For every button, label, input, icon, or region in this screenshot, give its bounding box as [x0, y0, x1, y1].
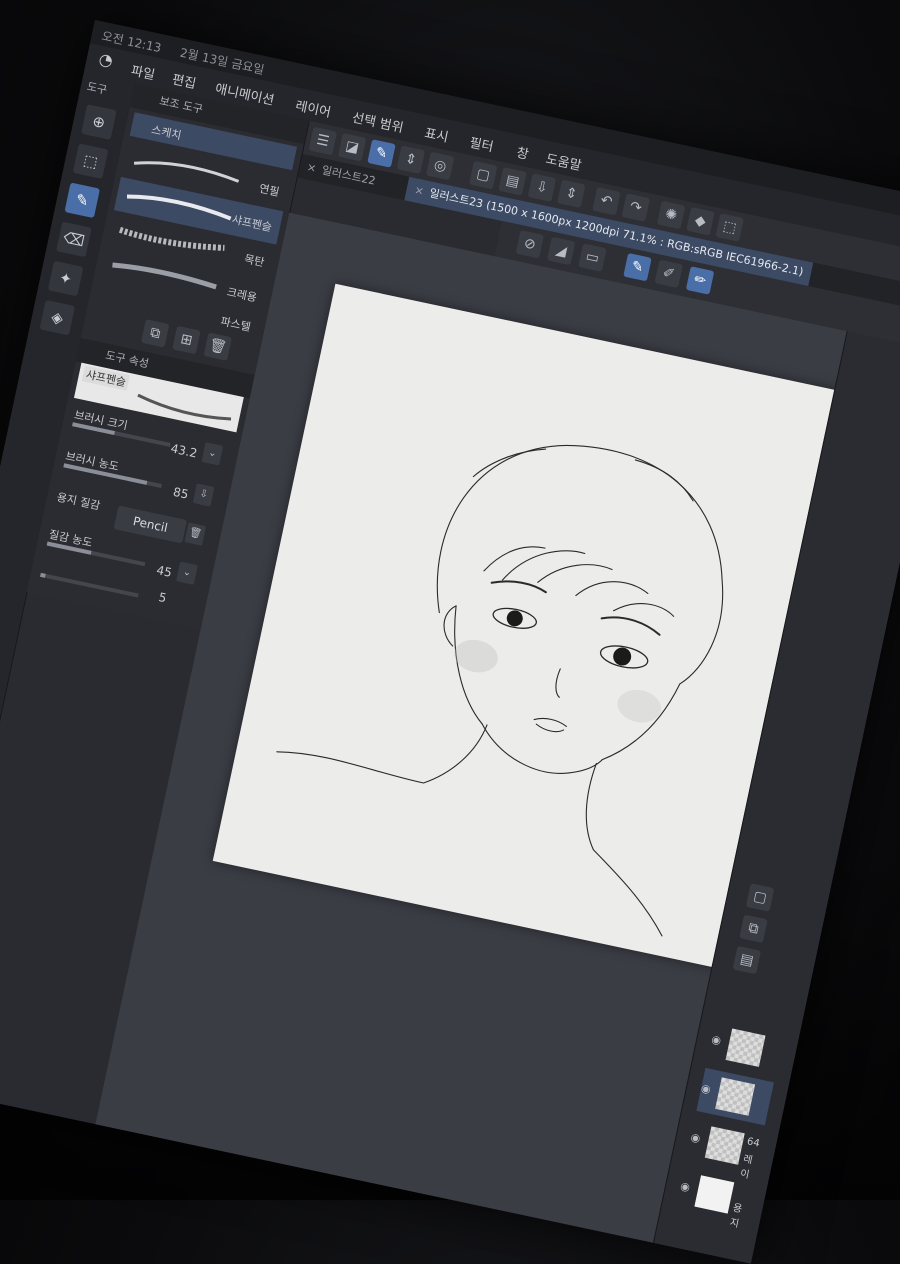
save-icon[interactable]: ⇩ [527, 173, 557, 202]
settings-icon[interactable]: ◎ [425, 151, 455, 181]
stabilization-value: 5 [157, 590, 168, 606]
subtool-footer-label: 파스텔 [219, 314, 252, 334]
color-swap-icon[interactable]: ◪ [337, 133, 367, 162]
move-tool-icon[interactable]: ⊕ [81, 104, 117, 140]
layer-new-icon[interactable]: ▢ [745, 883, 775, 912]
subtool-label: 목탄 [243, 252, 266, 270]
layer-thumbnail [725, 1028, 766, 1067]
delete-subtool-icon[interactable]: 🗑 [203, 332, 232, 361]
fill-icon[interactable]: ◆ [686, 207, 715, 236]
redo-icon[interactable]: ↷ [621, 193, 651, 222]
fill-tool-icon[interactable]: ◈ [39, 299, 76, 336]
menu-help[interactable]: 도움말 [544, 148, 583, 174]
layer-opacity: 64 [745, 1136, 761, 1150]
subtool-label: 크레용 [225, 285, 259, 305]
layer-copy-icon[interactable]: ⧉ [739, 914, 768, 943]
hide-selection-icon[interactable]: ⊘ [515, 230, 545, 259]
quick-pen-icon[interactable]: ✎ [623, 252, 652, 282]
menu-edit[interactable]: 편집 [171, 69, 198, 93]
copy-subtool-icon[interactable]: ⧉ [140, 319, 170, 348]
subtool-label: 샤프펜슬 [230, 212, 274, 235]
add-subtool-icon[interactable]: ⊞ [172, 325, 201, 355]
eye-icon[interactable]: ◉ [689, 1130, 706, 1147]
tool-palette-title: 도구 [85, 79, 109, 97]
layer-item[interactable]: ◉ [696, 1067, 774, 1126]
transform-icon[interactable]: ⬚ [715, 213, 744, 242]
menu-filter[interactable]: 필터 [468, 132, 495, 156]
texture-density-value: 45 [155, 563, 174, 580]
selection-tool-icon[interactable]: ⬚ [72, 143, 109, 179]
undo-icon[interactable]: ↶ [592, 187, 621, 216]
texture-density-slider[interactable] [46, 541, 146, 567]
tab-label: 일러스트22 [320, 163, 377, 188]
snap-icon[interactable]: ◢ [546, 236, 576, 266]
eye-icon[interactable]: ◉ [679, 1179, 696, 1196]
close-icon[interactable]: × [306, 160, 318, 175]
layer-name-paper: 용지 [728, 1202, 744, 1231]
layer-thumbnail [704, 1126, 745, 1165]
stepper-icon[interactable]: ⇕ [396, 145, 426, 174]
menu-icon[interactable]: ☰ [308, 126, 338, 156]
chevron-down-icon[interactable]: ⌄ [201, 442, 224, 466]
tablet-screen: 오전 12:13 2월 13일 금요일 ◔ 파일 편집 애니메이션 레이어 선택… [0, 20, 900, 1264]
menu-file[interactable]: 파일 [130, 60, 157, 84]
download-icon[interactable]: ⇩ [192, 483, 215, 507]
layer-thumbnail [694, 1175, 735, 1214]
texture-pencil-button[interactable]: Pencil [113, 505, 188, 544]
trash-icon[interactable]: 🗑 [184, 522, 207, 546]
layer-thumbnail [715, 1077, 756, 1116]
eraser-tool-icon[interactable]: ⌫ [56, 221, 92, 258]
brush-density-value: 85 [171, 484, 190, 502]
close-icon[interactable]: × [413, 183, 425, 198]
app-logo-icon[interactable]: ◔ [97, 49, 115, 70]
layer-item[interactable]: ◉ 64 레이 [686, 1117, 764, 1181]
open-folder-icon[interactable]: ▤ [498, 167, 527, 196]
layer-item[interactable]: ◉ [707, 1019, 785, 1077]
eye-icon[interactable]: ◉ [700, 1082, 717, 1099]
brush-size-value: 43.2 [169, 441, 199, 461]
eye-icon[interactable]: ◉ [710, 1033, 727, 1050]
subtool-group-label: 스케치 [150, 123, 183, 143]
menu-window[interactable]: 창 [515, 142, 531, 163]
pencil-icon[interactable]: ✏ [685, 266, 715, 295]
sparkle-tool-icon[interactable]: ✦ [47, 260, 84, 297]
menu-layer[interactable]: 레이어 [294, 95, 333, 121]
layer-folder-icon[interactable]: ▤ [732, 945, 762, 975]
chevron-down-icon[interactable]: ⌄ [176, 561, 198, 585]
new-file-icon[interactable]: ▢ [469, 160, 498, 190]
ruler-icon[interactable]: ▭ [578, 243, 607, 272]
pen-tool-icon[interactable]: ✎ [367, 139, 396, 168]
menu-view[interactable]: 표시 [423, 122, 450, 146]
subtool-label: 연필 [257, 181, 281, 199]
brush-icon[interactable]: ✐ [654, 259, 683, 289]
pen-tool-icon[interactable]: ✎ [64, 182, 101, 219]
scroll-icon[interactable]: ⇕ [557, 179, 586, 209]
loading-icon[interactable]: ✺ [656, 200, 686, 230]
